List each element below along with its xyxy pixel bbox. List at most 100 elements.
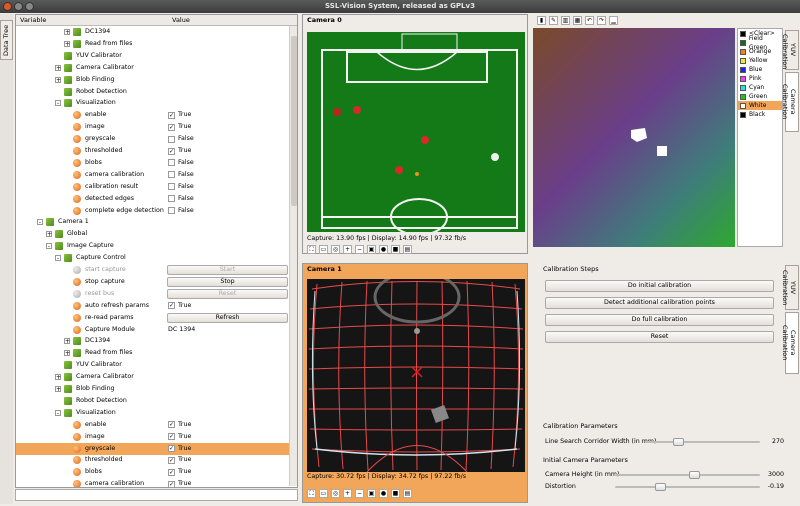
zoom-out-icon[interactable]: − — [355, 245, 364, 254]
checkbox[interactable]: ✓ — [168, 480, 175, 487]
tree-row[interactable]: greyscale False — [16, 133, 291, 145]
detect-points-button[interactable]: Detect additional calibration points — [545, 297, 774, 309]
tree-row[interactable]: + Read from files — [16, 38, 291, 50]
checkbox[interactable]: ✓ — [168, 445, 175, 452]
color-legend-item[interactable]: Black — [738, 110, 782, 119]
tree-row[interactable]: YUV Calibrator — [16, 50, 291, 62]
collapse-icon[interactable]: - — [55, 255, 61, 262]
tree-row[interactable]: + Global — [16, 228, 291, 240]
tree-row-button[interactable]: Stop — [167, 276, 288, 287]
expand-icon[interactable]: + — [55, 64, 61, 71]
checkbox[interactable] — [168, 171, 175, 179]
column-header-variable[interactable]: Variable — [16, 15, 168, 25]
tree-row[interactable]: image ✓ True — [16, 431, 291, 443]
expand-icon[interactable]: + — [55, 374, 61, 381]
color-legend-item[interactable]: Green — [738, 92, 782, 101]
zoom-in-icon[interactable]: + — [343, 489, 352, 498]
distortion-slider[interactable] — [615, 483, 760, 491]
capture-icon[interactable]: ▣ — [367, 489, 376, 498]
tree-row[interactable]: blobs ✓ True — [16, 466, 291, 478]
expand-icon[interactable]: + — [64, 29, 70, 36]
checkbox[interactable]: ✓ — [168, 302, 175, 310]
checkbox[interactable]: ✓ — [168, 421, 175, 429]
checkbox[interactable]: ✓ — [168, 111, 175, 119]
checkbox[interactable] — [168, 159, 175, 167]
redo-icon[interactable]: ↷ — [597, 16, 606, 25]
tree-row[interactable]: + Camera Calibrator — [16, 371, 291, 383]
checkbox[interactable]: ✓ — [168, 468, 175, 476]
tree-row-button[interactable]: Start — [167, 265, 288, 275]
tree-row[interactable]: - Image Capture — [16, 240, 291, 252]
full-calibration-button[interactable]: Do full calibration — [545, 314, 774, 326]
lut-color-view[interactable] — [533, 28, 735, 247]
save-icon[interactable]: ▤ — [403, 489, 412, 498]
tree-row[interactable]: calibration result False — [16, 181, 291, 193]
camera-1-view[interactable] — [307, 279, 525, 472]
zoom-in-icon[interactable]: + — [343, 245, 352, 254]
checkbox[interactable] — [168, 183, 175, 191]
maximize-window-button[interactable] — [25, 2, 34, 11]
expand-icon[interactable]: + — [64, 350, 70, 357]
camera-height-slider[interactable] — [615, 471, 760, 479]
tree-row[interactable]: thresholded ✓ True — [16, 454, 291, 466]
tree-row[interactable]: greyscale ✓ True — [16, 442, 291, 455]
tree-row[interactable]: + DC1394 — [16, 26, 291, 38]
color-legend-item[interactable]: White — [738, 101, 782, 110]
tree-row[interactable]: + Blob Finding — [16, 383, 291, 395]
tree-row[interactable]: start capture Start — [16, 264, 291, 276]
collapse-icon[interactable]: - — [37, 219, 43, 226]
tree-row-button[interactable]: Refresh — [167, 312, 288, 323]
tree-row[interactable]: - Capture Control — [16, 252, 291, 264]
line-search-slider[interactable] — [645, 438, 760, 446]
tree-row-button[interactable]: Reset — [167, 288, 288, 299]
expand-icon[interactable]: + — [46, 231, 52, 238]
color-legend-item[interactable]: Pink — [738, 74, 782, 83]
tree-row[interactable]: Robot Detection — [16, 86, 291, 98]
tree-row[interactable]: + DC1394 — [16, 335, 291, 347]
checkbox[interactable]: ✓ — [168, 433, 175, 441]
slider-handle[interactable] — [673, 438, 684, 446]
expand-icon[interactable]: + — [55, 76, 61, 83]
checkbox[interactable] — [168, 135, 175, 143]
tree-row[interactable]: enable ✓ True — [16, 419, 291, 431]
checkbox[interactable]: ✓ — [168, 456, 175, 464]
fullscreen-icon[interactable]: ⛶ — [307, 245, 316, 254]
expand-icon[interactable]: + — [64, 338, 70, 345]
tree-row[interactable]: + Read from files — [16, 347, 291, 359]
color-legend-item[interactable]: Field Green — [738, 35, 782, 51]
checkbox[interactable] — [168, 207, 175, 214]
tree-row[interactable]: Capture Module DC 1394 — [16, 324, 291, 336]
column-header-value[interactable]: Value — [168, 15, 190, 25]
color-legend-item[interactable]: Cyan — [738, 83, 782, 92]
expand-icon[interactable]: + — [64, 40, 70, 47]
view-icon[interactable]: ▦ — [573, 16, 582, 25]
tree-row[interactable]: re-read params Refresh — [16, 312, 291, 324]
reset-calibration-button[interactable]: Reset — [545, 331, 774, 343]
tab-yuv-calibration-bottom[interactable]: YUV Calibration — [781, 265, 799, 310]
stop-icon[interactable]: ■ — [391, 489, 400, 498]
tree-row[interactable]: auto refresh params ✓ True — [16, 300, 291, 312]
tree-row[interactable]: complete edge detection False — [16, 205, 291, 217]
tree-filter-field[interactable] — [15, 489, 298, 501]
collapse-icon[interactable]: - — [55, 100, 61, 107]
expand-icon[interactable]: + — [55, 386, 61, 393]
book-icon[interactable]: ▮ — [537, 16, 546, 25]
tree-row[interactable]: image ✓ True — [16, 121, 291, 133]
tree-row[interactable]: detected edges False — [16, 193, 291, 205]
tree-row[interactable]: stop capture Stop — [16, 276, 291, 288]
initial-calibration-button[interactable]: Do initial calibration — [545, 280, 774, 292]
slider-handle[interactable] — [689, 471, 700, 479]
camera-0-view[interactable] — [307, 32, 525, 232]
collapse-icon[interactable]: - — [46, 243, 52, 250]
minimize-window-button[interactable] — [14, 2, 23, 11]
zoom-fit-icon[interactable]: ◎ — [331, 245, 340, 254]
capture-icon[interactable]: ▣ — [367, 245, 376, 254]
tree-row[interactable]: - Visualization — [16, 407, 291, 419]
chart-icon[interactable]: ▥ — [561, 16, 570, 25]
tree-row[interactable]: reset bus Reset — [16, 288, 291, 300]
checkbox[interactable]: ✓ — [168, 147, 175, 155]
tab-camera-calibration-bottom[interactable]: Camera Calibration — [781, 312, 799, 374]
tree-row[interactable]: blobs False — [16, 157, 291, 169]
stop-icon[interactable]: ■ — [391, 245, 400, 254]
slider-handle[interactable] — [655, 483, 666, 491]
